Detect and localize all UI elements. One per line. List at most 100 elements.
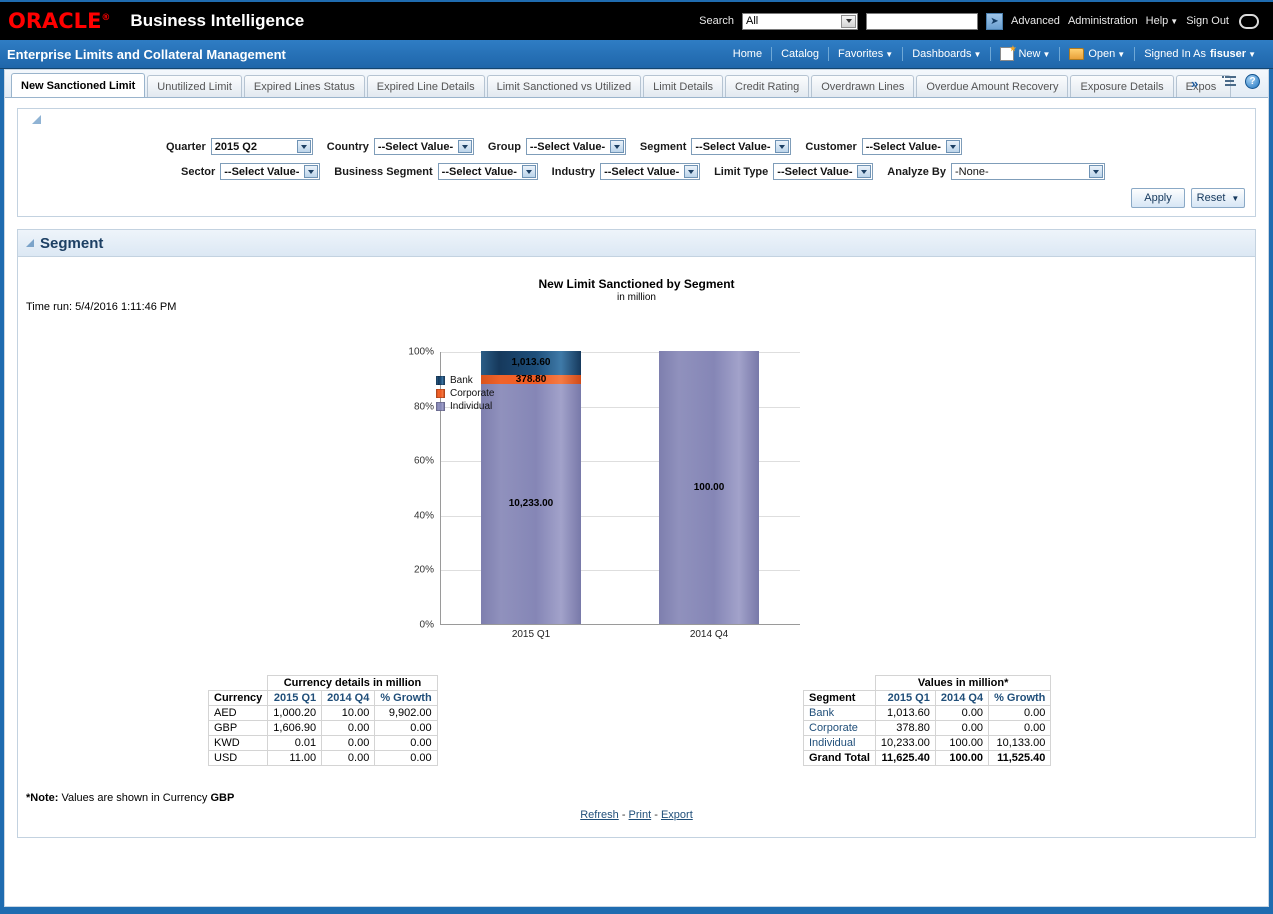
col-header-2015q1[interactable]: 2015 Q1 (267, 690, 323, 706)
search-go-button[interactable]: ➤ (986, 12, 1003, 30)
search-scope-select[interactable]: All (742, 12, 858, 30)
prompt-rows: Quarter 2015 Q2 Country --Select Value- … (26, 138, 1247, 208)
sign-out-link[interactable]: Sign Out (1186, 15, 1229, 27)
y-tick-label: 40% (413, 510, 434, 522)
refresh-link[interactable]: Refresh (580, 809, 619, 821)
prompt-label-business-segment: Business Segment (334, 165, 433, 178)
global-navigation: Home Catalog Favorites ▼ Dashboards ▼ New ▼… (724, 47, 1273, 61)
print-link[interactable]: Print (629, 809, 652, 821)
search-input[interactable] (866, 12, 978, 30)
cell-segment[interactable]: Bank (803, 705, 876, 721)
dashboard-tabstrip: New Sanctioned Limit Unutilized Limit Ex… (5, 70, 1268, 98)
more-tabs-icon[interactable]: » (1191, 76, 1198, 91)
prompt-select-group[interactable]: --Select Value- (525, 138, 626, 155)
segment-section-header: Segment (18, 230, 1255, 257)
cell-2014q4: 10.00 (321, 705, 376, 721)
values-group-header: Values in million* (874, 675, 1052, 691)
prompt-select-analyze-by[interactable]: -None- (950, 163, 1105, 180)
col-header-growth[interactable]: % Growth (374, 690, 438, 706)
prompt-select-customer[interactable]: --Select Value- (861, 138, 962, 155)
col-header-growth[interactable]: % Growth (988, 690, 1052, 706)
tab-limit-details[interactable]: Limit Details (643, 75, 724, 97)
tab-new-sanctioned-limit[interactable]: New Sanctioned Limit (11, 73, 146, 97)
apply-button[interactable]: Apply (1131, 188, 1185, 208)
tab-exposure-details[interactable]: Exposure Details (1070, 75, 1174, 97)
prompt-label-customer: Customer (805, 140, 857, 153)
cell-currency: GBP (207, 720, 269, 736)
nav-open[interactable]: Open ▼ (1060, 48, 1134, 60)
prompt-value-limit-type: --Select Value- (777, 165, 853, 178)
prompt-label-industry: Industry (551, 165, 596, 178)
table-group-header-row: Currency details in million (209, 675, 438, 691)
cell-currency: AED (207, 705, 269, 721)
prompt-label-country: Country (326, 140, 369, 153)
cell-segment[interactable]: Individual (803, 735, 876, 751)
prompt-select-business-segment[interactable]: --Select Value- (437, 163, 538, 180)
col-header-2014q4[interactable]: 2014 Q4 (321, 690, 376, 706)
collapse-section-icon[interactable] (26, 239, 34, 247)
cell-growth: 10,133.00 (988, 735, 1052, 751)
chevron-down-icon (775, 140, 790, 153)
col-header-2015q1[interactable]: 2015 Q1 (874, 690, 936, 706)
cell-growth: 9,902.00 (374, 705, 438, 721)
cell-growth: 0.00 (988, 705, 1052, 721)
signed-in-as-menu[interactable]: Signed In As fisuser ▼ (1135, 48, 1265, 60)
cell-segment[interactable]: Corporate (803, 720, 876, 736)
table-total-row: Grand Total 11,625.40 100.00 11,525.40 (803, 750, 1052, 766)
prompt-select-limit-type[interactable]: --Select Value- (773, 163, 874, 180)
nav-catalog[interactable]: Catalog (772, 48, 828, 60)
legend-swatch-icon (436, 376, 445, 385)
cell-grand-total-growth: 11,525.40 (988, 750, 1052, 766)
help-menu[interactable]: Help ▼ (1146, 15, 1179, 27)
col-header-segment[interactable]: Segment (803, 690, 876, 706)
prompt-select-industry[interactable]: --Select Value- (600, 163, 701, 180)
x-tick-label: 2015 Q1 (511, 629, 551, 640)
tab-limit-sanctioned-vs-utilized[interactable]: Limit Sanctioned vs Utilized (486, 75, 642, 97)
tab-credit-rating[interactable]: Credit Rating (725, 75, 810, 97)
prompt-select-quarter[interactable]: 2015 Q2 (210, 138, 313, 155)
cell-2015q1: 1,606.90 (267, 720, 323, 736)
time-run-label: Time run: 5/4/2016 1:11:46 PM (26, 301, 177, 313)
tab-unutilized-limit[interactable]: Unutilized Limit (147, 75, 242, 97)
prompt-row-2: Sector --Select Value- Business Segment … (26, 163, 1247, 180)
table-group-header-row: Values in million* (804, 675, 1052, 691)
cell-2014q4: 0.00 (934, 705, 990, 721)
page-options-icon[interactable] (1222, 75, 1237, 89)
col-header-currency[interactable]: Currency (207, 690, 269, 706)
tab-overdue-amount-recovery[interactable]: Overdue Amount Recovery (916, 75, 1069, 97)
prompt-select-segment[interactable]: --Select Value- (691, 138, 792, 155)
chevron-down-icon (684, 165, 699, 178)
bar-2015-q1[interactable]: 1,013.60 378.80 10,233.00 (481, 351, 581, 624)
bar-2014-q4[interactable]: 100.00 (659, 351, 759, 624)
chart-legend: Bank Corporate Individual (436, 375, 494, 414)
legend-item-corporate[interactable]: Corporate (436, 388, 494, 399)
legend-item-individual[interactable]: Individual (436, 401, 494, 412)
dashboard-page: New Sanctioned Limit Unutilized Limit Ex… (4, 69, 1269, 907)
oracle-logo: ORACLE® (8, 8, 111, 33)
nav-dashboards[interactable]: Dashboards ▼ (903, 48, 990, 60)
report-action-links: Refresh - Print - Export (18, 809, 1255, 821)
tabstrip-tools: ? (1222, 74, 1260, 89)
note-prefix: *Note: (26, 792, 59, 804)
legend-label: Corporate (450, 388, 495, 399)
nav-home[interactable]: Home (724, 48, 771, 60)
tab-expired-lines-status[interactable]: Expired Lines Status (243, 75, 365, 97)
nav-new[interactable]: New ▼ (991, 47, 1059, 61)
reset-button[interactable]: Reset ▼ (1191, 188, 1245, 208)
legend-item-bank[interactable]: Bank (436, 375, 494, 386)
export-link[interactable]: Export (661, 809, 693, 821)
prompt-value-segment: --Select Value- (695, 140, 771, 153)
col-header-2014q4[interactable]: 2014 Q4 (934, 690, 990, 706)
administration-link[interactable]: Administration (1068, 15, 1138, 27)
prompt-select-sector[interactable]: --Select Value- (220, 163, 321, 180)
prompt-select-country[interactable]: --Select Value- (373, 138, 474, 155)
nav-favorites[interactable]: Favorites ▼ (829, 48, 902, 60)
tab-expired-line-details[interactable]: Expired Line Details (366, 75, 485, 97)
collapse-prompts-icon[interactable] (32, 115, 41, 124)
cell-grand-total-2015q1: 11,625.40 (874, 750, 936, 766)
chevron-down-icon (296, 140, 311, 153)
cell-2014q4: 0.00 (321, 720, 376, 736)
help-icon[interactable]: ? (1245, 74, 1260, 89)
tab-overdrawn-lines[interactable]: Overdrawn Lines (811, 75, 915, 97)
advanced-link[interactable]: Advanced (1011, 15, 1060, 27)
